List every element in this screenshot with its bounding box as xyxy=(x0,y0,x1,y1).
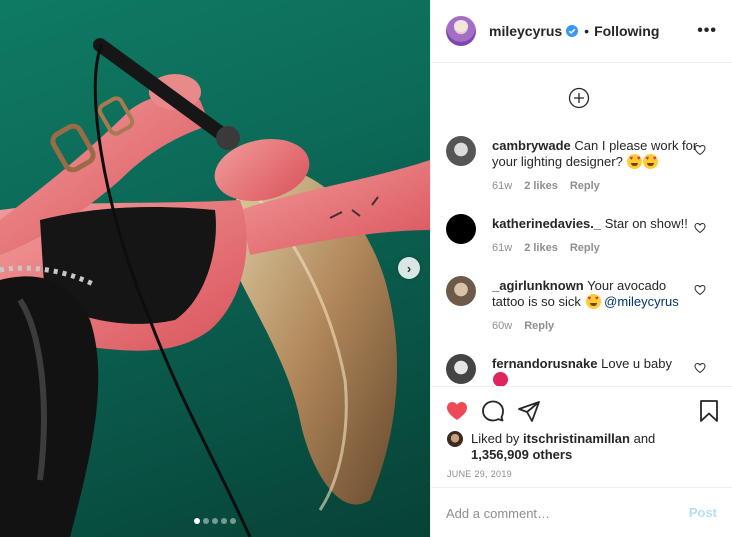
heart-emoji-icon xyxy=(493,372,508,386)
commenter-avatar[interactable] xyxy=(446,136,476,166)
verified-badge-icon xyxy=(566,25,579,37)
post-actions: Liked by itschristinamillan and 1,356,90… xyxy=(431,386,732,486)
comment-text: _agirlunknown Your avocado tattoo is so … xyxy=(492,278,700,310)
like-comment-icon[interactable] xyxy=(694,144,706,156)
author-username[interactable]: mileycyrus xyxy=(489,23,562,39)
post-side-panel: mileycyrus • Following ••• cambrywade Ca… xyxy=(430,0,732,537)
separator-dot: • xyxy=(584,23,590,39)
comment-meta: 61w 2 likes Reply xyxy=(492,242,600,254)
commenter-avatar[interactable] xyxy=(446,354,476,384)
heart-eyes-emoji-icon xyxy=(585,294,601,309)
liker-username[interactable]: itschristinamillan xyxy=(523,431,630,446)
comment-time: 61w xyxy=(492,242,513,254)
carousel-dot xyxy=(203,518,209,524)
comment-time: 60w xyxy=(492,320,513,332)
heart-eyes-emoji-icon xyxy=(643,154,659,169)
comment-text: cambrywade Can I please work for your li… xyxy=(492,138,700,170)
commenter-avatar[interactable] xyxy=(446,214,476,244)
liked-by-text: Liked by itschristinamillan and 1,356,90… xyxy=(471,431,721,463)
carousel-dot xyxy=(221,518,227,524)
reply-button[interactable]: Reply xyxy=(570,242,600,254)
comment-username[interactable]: _agirlunknown xyxy=(492,278,584,293)
author-avatar[interactable] xyxy=(446,16,476,46)
carousel-dot xyxy=(230,518,236,524)
reply-button[interactable]: Reply xyxy=(570,180,600,192)
post-photo[interactable]: › xyxy=(0,0,430,537)
carousel-next-button[interactable]: › xyxy=(398,257,420,279)
comment-time: 61w xyxy=(492,180,513,192)
comment-composer: Post xyxy=(431,487,732,537)
carousel-dot xyxy=(194,518,200,524)
comment-username[interactable]: cambrywade xyxy=(492,138,571,153)
mention-link[interactable]: @mileycyrus xyxy=(604,294,679,309)
like-comment-icon[interactable] xyxy=(694,284,706,296)
paper-plane-icon[interactable] xyxy=(517,399,541,423)
comment-username[interactable]: fernandorusnake xyxy=(492,356,597,371)
reply-button[interactable]: Reply xyxy=(524,320,554,332)
comment-input[interactable] xyxy=(446,502,676,524)
comment-username[interactable]: katherinedavies._ xyxy=(492,216,601,231)
comment-likes-link[interactable]: 2 likes xyxy=(524,242,558,254)
liked-by-connector: and xyxy=(633,431,656,446)
heart-filled-icon[interactable] xyxy=(445,399,469,423)
like-comment-icon[interactable] xyxy=(694,222,706,234)
post-comment-button[interactable]: Post xyxy=(689,505,717,520)
comment-body: Love u baby xyxy=(601,356,672,371)
carousel-dot xyxy=(212,518,218,524)
post-date: JUNE 29, 2019 xyxy=(447,469,512,479)
comments-list[interactable]: cambrywade Can I please work for your li… xyxy=(431,64,732,386)
comment-body: Star on show!! xyxy=(604,216,688,231)
comment-text: fernandorusnake Love u baby xyxy=(492,356,700,386)
comment-likes-link[interactable]: 2 likes xyxy=(524,180,558,192)
plus-circle-icon[interactable] xyxy=(568,87,590,109)
following-button[interactable]: Following xyxy=(594,23,659,39)
likes-count[interactable]: 1,356,909 others xyxy=(471,447,572,462)
bookmark-icon[interactable] xyxy=(697,399,721,423)
heart-eyes-emoji-icon xyxy=(627,154,643,169)
more-options-icon[interactable]: ••• xyxy=(697,22,717,40)
liker-avatar[interactable] xyxy=(447,431,463,447)
post-header: mileycyrus • Following ••• xyxy=(431,0,732,63)
comment-bubble-icon[interactable] xyxy=(481,399,505,423)
comment-meta: 61w 2 likes Reply xyxy=(492,180,600,192)
carousel-indicator xyxy=(194,518,236,524)
chevron-right-icon: › xyxy=(406,260,412,276)
commenter-avatar[interactable] xyxy=(446,276,476,306)
concert-photo-illustration xyxy=(0,38,430,537)
comment-text: katherinedavies._ Star on show!! xyxy=(492,216,700,232)
like-comment-icon[interactable] xyxy=(694,362,706,374)
liked-by-prefix: Liked by xyxy=(471,431,520,446)
comment-meta: 60w Reply xyxy=(492,320,554,332)
